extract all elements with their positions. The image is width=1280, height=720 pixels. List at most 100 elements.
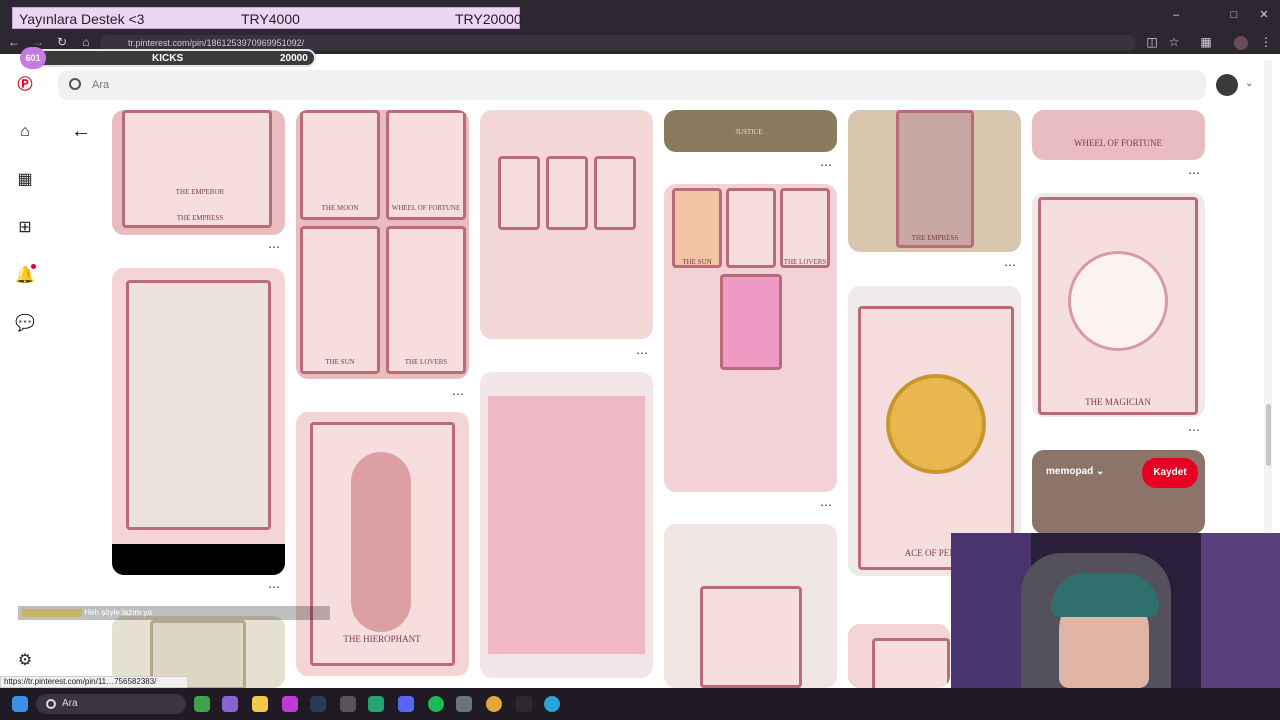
spotify-icon[interactable] xyxy=(428,696,444,712)
back-arrow-icon[interactable]: ← xyxy=(70,120,92,142)
deck-grid xyxy=(488,396,645,654)
chrome-icon[interactable] xyxy=(486,696,502,712)
pin-more-icon[interactable]: ⋯ xyxy=(452,387,465,401)
webcam-shelf-left xyxy=(951,533,1031,688)
pin-more-icon[interactable]: ⋯ xyxy=(268,240,281,254)
app-icon[interactable] xyxy=(456,696,472,712)
screen: – □ ✕ ← → ↻ ⌂ tr.pinterest.com/pin/18612… xyxy=(0,0,1280,720)
kicks-goal: 20000 xyxy=(280,53,308,64)
app-icon[interactable] xyxy=(544,696,560,712)
file-explorer-icon[interactable] xyxy=(252,696,268,712)
pin-more-icon[interactable]: ⋯ xyxy=(1188,423,1201,437)
pin-more-icon[interactable]: ⋯ xyxy=(1004,258,1017,272)
pin-the-magician[interactable]: THE MAGICIAN xyxy=(1032,193,1205,417)
pin-tarot-deck-grid[interactable] xyxy=(480,372,653,678)
taskbar xyxy=(0,688,1280,720)
search-input[interactable]: Ara xyxy=(58,70,1206,100)
windows-start-icon[interactable] xyxy=(12,696,28,712)
pin-sun-lovers-empress[interactable]: THE SUN THE LOVERS xyxy=(664,184,837,492)
chevron-down-icon: ⌄ xyxy=(1096,466,1105,477)
webcam-overlay xyxy=(951,533,1280,688)
page-scrollbar-thumb[interactable] xyxy=(1266,404,1271,466)
eye-moon-illustration xyxy=(1068,251,1168,351)
taskbar-search[interactable]: Ara xyxy=(36,694,186,714)
chat-username-blurred xyxy=(22,608,82,617)
donation-current: TRY4000 xyxy=(241,11,300,27)
search-icon xyxy=(46,699,56,709)
donation-goal-banner: Yayınlara Destek <3 TRY4000 TRY20000 xyxy=(12,7,522,29)
pin-moon-wheel-sun-lovers[interactable]: THE MOON WHEEL OF FORTUNE THE SUN THE LO… xyxy=(296,110,469,379)
status-url: https://tr.pinterest.com/pin/11…75658238… xyxy=(0,676,188,688)
card-label: THE EMPRESS xyxy=(911,234,959,242)
streamer-hair xyxy=(1051,573,1159,617)
explore-icon[interactable]: ▦ xyxy=(14,169,36,191)
pin-three-cards[interactable] xyxy=(480,110,653,339)
pinterest-logo-icon[interactable]: Ⓟ xyxy=(14,74,36,96)
messages-icon[interactable]: 💬 xyxy=(14,313,36,335)
card-label: THE HIEROPHANT xyxy=(343,634,421,644)
steam-icon[interactable] xyxy=(310,696,326,712)
bookmark-star-icon[interactable]: ☆ xyxy=(1166,35,1182,49)
chat-text: Heh şöyle lazım ya xyxy=(84,608,152,617)
cast-icon[interactable]: ◫ xyxy=(1144,35,1160,49)
card-label: THE MAGICIAN xyxy=(1085,397,1151,407)
chat-message: Heh şöyle lazım ya xyxy=(18,606,330,620)
maximize-icon[interactable]: □ xyxy=(1222,6,1246,24)
left-sidebar xyxy=(0,62,50,688)
card-label: THE SUN xyxy=(325,358,355,366)
pin-wheel-of-fortune[interactable]: WHEEL OF FORTUNE xyxy=(1032,110,1205,160)
webcam-shelf-right xyxy=(1201,533,1280,688)
board-selector[interactable]: memopad ⌄ xyxy=(1046,466,1126,482)
obs-icon[interactable] xyxy=(340,696,356,712)
reload-icon[interactable]: ↻ xyxy=(54,35,70,49)
card-label: JUSTICE xyxy=(735,128,763,136)
pin-more-icon[interactable]: ⋯ xyxy=(820,498,833,512)
app-icon[interactable] xyxy=(516,696,532,712)
discord-icon[interactable] xyxy=(398,696,414,712)
card-label: THE LOVERS xyxy=(783,258,827,266)
xbox-icon[interactable] xyxy=(194,696,210,712)
minimize-icon[interactable]: – xyxy=(1164,6,1188,24)
card-label: THE EMPEROR xyxy=(175,188,225,196)
card-label: THE SUN xyxy=(682,258,712,266)
pin-justice[interactable]: JUSTICE xyxy=(664,110,837,152)
extensions-icon[interactable]: ▦ xyxy=(1198,35,1214,49)
home-nav-icon[interactable]: ⌂ xyxy=(14,121,36,143)
back-icon[interactable]: ← xyxy=(6,35,22,49)
card-label: THE MOON xyxy=(321,204,359,212)
pin-empress-candles[interactable]: THE EMPRESS xyxy=(848,110,1021,252)
kicks-count: 601 xyxy=(20,47,46,69)
pin-partial[interactable] xyxy=(848,624,950,688)
pin-tarot-spread[interactable] xyxy=(112,268,285,575)
home-icon[interactable]: ⌂ xyxy=(78,35,94,49)
app-icon[interactable] xyxy=(282,696,298,712)
pin-hierophant[interactable]: THE HIEROPHANT xyxy=(296,412,469,676)
hand-illustration xyxy=(351,452,411,632)
donation-title: Yayınlara Destek <3 xyxy=(19,11,145,27)
pin-more-icon[interactable]: ⋯ xyxy=(1188,166,1201,180)
card-label: WHEEL OF FORTUNE xyxy=(391,204,461,212)
donation-goal: TRY20000 xyxy=(455,11,522,27)
pin-more-icon[interactable]: ⋯ xyxy=(268,580,281,594)
notification-dot xyxy=(31,264,36,269)
settings-icon[interactable]: ⚙ xyxy=(14,650,36,672)
pin-more-icon[interactable]: ⋯ xyxy=(636,346,649,360)
avatar[interactable] xyxy=(1216,74,1238,96)
card-label: WHEEL OF FORTUNE xyxy=(1073,138,1163,148)
chevron-down-icon[interactable]: ⌄ xyxy=(1245,78,1253,89)
pin-more-icon[interactable]: ⋯ xyxy=(820,158,833,172)
app-icon[interactable] xyxy=(368,696,384,712)
pin-emperor-empress[interactable]: THE EMPEROR THE EMPRESS xyxy=(112,110,285,235)
board-name: memopad xyxy=(1046,466,1094,477)
more-menu-icon[interactable]: ⋮ xyxy=(1258,35,1274,49)
save-button[interactable]: Kaydet xyxy=(1142,458,1198,488)
kicks-label: KICKS xyxy=(152,53,184,64)
pin-dark-band xyxy=(112,544,285,575)
create-icon[interactable]: ⊞ xyxy=(14,217,36,239)
pin-rose-card[interactable] xyxy=(664,524,837,688)
kicks-goal-bar: 601 KICKS 20000 xyxy=(20,47,316,69)
close-icon[interactable]: ✕ xyxy=(1252,6,1276,24)
profile-avatar[interactable] xyxy=(1234,36,1248,50)
card-label: THE EMPRESS xyxy=(176,214,224,222)
copilot-icon[interactable] xyxy=(222,696,238,712)
